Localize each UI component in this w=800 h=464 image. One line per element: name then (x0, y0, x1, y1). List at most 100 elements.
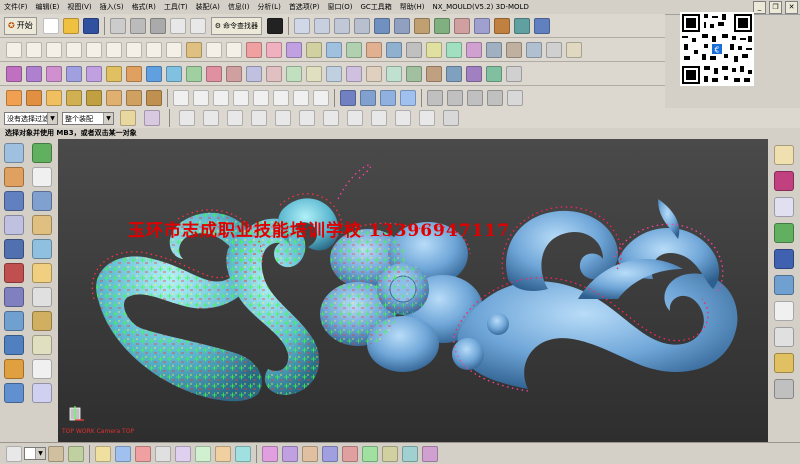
snap-options-icon[interactable] (443, 110, 459, 126)
helix-icon[interactable] (186, 41, 202, 58)
save-icon[interactable] (82, 17, 99, 34)
zoom-icon[interactable] (313, 17, 330, 34)
render-icon[interactable] (493, 17, 510, 34)
scale-curve-icon[interactable] (506, 41, 522, 58)
fillet-curve-icon[interactable] (426, 41, 442, 58)
wrap-curve-icon[interactable] (526, 41, 542, 58)
shop-docs-icon[interactable] (487, 89, 503, 106)
trim-sheet-icon[interactable] (166, 65, 182, 82)
vector-tool-icon[interactable] (195, 445, 211, 462)
menu-gc-toolbox[interactable]: GC工具箱 (356, 0, 395, 14)
paste-icon[interactable] (149, 17, 166, 34)
new-file-icon[interactable] (42, 17, 59, 34)
layer-icon[interactable] (413, 17, 430, 34)
block-icon[interactable] (46, 89, 62, 106)
settings-tab-icon[interactable] (774, 353, 794, 373)
system-materials-icon[interactable] (32, 239, 52, 259)
shape-studio-icon[interactable] (32, 359, 52, 379)
section-view-icon[interactable] (402, 445, 418, 462)
fit-view-icon[interactable] (293, 17, 310, 34)
edit-curve-icon[interactable] (446, 41, 462, 58)
pocket-icon[interactable] (126, 89, 142, 106)
deviation-icon[interactable] (382, 445, 398, 462)
menu-info[interactable]: 信息(I) (224, 0, 254, 14)
revolve-icon[interactable] (26, 89, 42, 106)
view-orient-icon[interactable] (533, 17, 550, 34)
drafting-icon[interactable] (4, 335, 24, 355)
filter-reset-icon[interactable] (120, 110, 136, 126)
coordinate-icon[interactable] (507, 89, 523, 106)
rotate-icon[interactable] (333, 17, 350, 34)
nx-tool-icon[interactable] (4, 263, 24, 283)
layer-settings-icon[interactable] (6, 445, 22, 462)
text-icon[interactable] (226, 41, 242, 58)
show-hide-icon[interactable] (262, 445, 278, 462)
measure-angle-icon[interactable] (342, 445, 358, 462)
hd3d-icon[interactable] (4, 191, 24, 211)
minimize-icon[interactable]: _ (753, 1, 766, 14)
cylinder-icon[interactable] (66, 89, 82, 106)
point-tool-icon[interactable] (155, 445, 171, 462)
law-curve-icon[interactable] (206, 41, 222, 58)
chat-tab-icon[interactable] (774, 275, 794, 295)
display-mode-icon[interactable] (266, 17, 283, 34)
check-geometry-icon[interactable] (362, 445, 378, 462)
snapshot-icon[interactable] (422, 445, 438, 462)
i-form-icon[interactable] (346, 65, 362, 82)
through-mesh-icon[interactable] (26, 65, 42, 82)
mirror-curve-icon[interactable] (486, 41, 502, 58)
verify-toolpath-icon[interactable] (447, 89, 463, 106)
menu-format[interactable]: 格式(R) (128, 0, 160, 14)
hole-icon[interactable] (86, 89, 102, 106)
global-shaping-icon[interactable] (406, 65, 422, 82)
analysis-icon[interactable] (513, 17, 530, 34)
snap-existing-point-icon[interactable] (323, 110, 339, 126)
refit-icon[interactable] (466, 65, 482, 82)
arc-icon[interactable] (26, 41, 42, 58)
start-button[interactable]: ✪ 开始 (4, 16, 37, 35)
wireframe-icon[interactable] (393, 17, 410, 34)
match-edge-icon[interactable] (386, 65, 402, 82)
menu-insert[interactable]: 插入(S) (96, 0, 128, 14)
snap-control-icon[interactable] (227, 110, 243, 126)
boss-icon[interactable] (106, 89, 122, 106)
template-icon[interactable] (32, 263, 52, 283)
die-design-icon[interactable] (32, 287, 52, 307)
command-finder-button[interactable]: ⚙ 命令查找器 (210, 16, 262, 35)
unite-icon[interactable] (253, 89, 269, 106)
menu-view[interactable]: 视图(V) (63, 0, 95, 14)
menu-assembly[interactable]: 装配(A) (192, 0, 224, 14)
join-curve-icon[interactable] (386, 41, 402, 58)
reuse-library-icon[interactable] (32, 167, 52, 187)
undo-icon[interactable] (169, 17, 186, 34)
library-tab-icon[interactable] (774, 249, 794, 269)
shaded-icon[interactable] (373, 17, 390, 34)
plane-tool-icon[interactable] (175, 445, 191, 462)
menu-help[interactable]: 帮助(H) (396, 0, 429, 14)
postprocess-icon[interactable] (467, 89, 483, 106)
generate-toolpath-icon[interactable] (427, 89, 443, 106)
process-studio-icon[interactable] (32, 215, 52, 235)
draft-icon[interactable] (233, 89, 249, 106)
selection-scope-dropdown[interactable]: 整个装配 ▼ (62, 111, 114, 125)
shell-icon[interactable] (213, 89, 229, 106)
open-folder-icon[interactable] (62, 17, 79, 34)
menu-window[interactable]: 窗口(O) (324, 0, 357, 14)
bounded-plane-icon[interactable] (106, 65, 122, 82)
edit-display-icon[interactable] (302, 445, 318, 462)
palette-icon[interactable] (4, 215, 24, 235)
gateway-icon[interactable] (4, 359, 24, 379)
studio-surface-icon[interactable] (246, 65, 262, 82)
mold-wizard-icon[interactable] (4, 287, 24, 307)
patch-icon[interactable] (206, 65, 222, 82)
pan-icon[interactable] (353, 17, 370, 34)
datum-plane-icon[interactable] (95, 445, 111, 462)
delete-face-icon[interactable] (400, 89, 416, 106)
surface-options-icon[interactable] (506, 65, 522, 82)
pad-icon[interactable] (146, 89, 162, 106)
through-curves-icon[interactable] (6, 65, 22, 82)
offset-curve-icon[interactable] (246, 41, 262, 58)
intersect-curve-icon[interactable] (306, 41, 322, 58)
styled-sweep-icon[interactable] (266, 65, 282, 82)
type-filter-dropdown[interactable]: 没有选择过滤器 ▼ (4, 111, 58, 125)
